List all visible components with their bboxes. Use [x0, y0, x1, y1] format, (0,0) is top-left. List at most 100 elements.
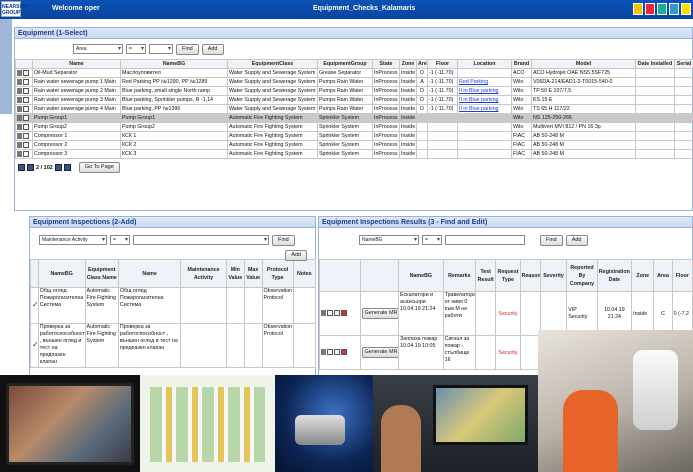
- select-icon[interactable]: [23, 132, 29, 139]
- location-link[interactable]: Red Parking: [459, 79, 488, 85]
- table-row[interactable]: Pump Group2 Pump Group2 Automatic Fire Fig…: [15, 122, 693, 132]
- res-field-select[interactable]: NameBG: [359, 235, 419, 245]
- col-serial[interactable]: Serial: [674, 59, 693, 69]
- edit-icon[interactable]: [17, 105, 22, 112]
- res-operator-select[interactable]: =: [422, 235, 442, 245]
- row-actions[interactable]: [15, 68, 33, 78]
- table-row[interactable]: Generate MR Ескалатори и асансьори 10.04.…: [319, 291, 693, 336]
- help-icon[interactable]: [681, 3, 691, 15]
- col-res-floor[interactable]: Floor: [671, 259, 693, 292]
- row-check[interactable]: ✓: [30, 287, 39, 324]
- col-insp-min[interactable]: Min Value: [225, 259, 245, 288]
- row-actions[interactable]: [15, 149, 33, 159]
- row-actions[interactable]: [15, 104, 33, 114]
- select-icon[interactable]: [23, 87, 29, 94]
- edit-icon[interactable]: [17, 96, 22, 103]
- row-actions[interactable]: [15, 113, 33, 123]
- calendar-icon[interactable]: [645, 3, 655, 15]
- generate-mr-button[interactable]: Generate MR: [361, 308, 398, 319]
- table-row[interactable]: Pump Group1 Pump Group1 Automatic Fire Fig…: [15, 113, 693, 123]
- add-button[interactable]: Add: [201, 43, 224, 55]
- go-to-page-button[interactable]: Go To Page: [78, 162, 120, 173]
- select-icon[interactable]: [23, 114, 29, 121]
- select-icon[interactable]: [23, 69, 29, 76]
- res-value-input[interactable]: [445, 235, 525, 245]
- select-icon[interactable]: [23, 96, 29, 103]
- insp-add-button[interactable]: Add: [285, 250, 307, 261]
- col-insp-max[interactable]: Max Value: [243, 259, 263, 288]
- select-icon[interactable]: [23, 141, 29, 148]
- location-link[interactable]: II in Blue parking: [459, 106, 498, 112]
- edit-icon[interactable]: [17, 87, 22, 94]
- location-link[interactable]: II in Blue parking: [459, 97, 498, 103]
- edit-icon[interactable]: [17, 150, 22, 157]
- col-area[interactable]: Area: [416, 59, 428, 69]
- edit-icon[interactable]: [17, 123, 22, 130]
- col-brand[interactable]: Brand: [511, 59, 532, 69]
- attach-icon[interactable]: [334, 310, 340, 317]
- cell-location[interactable]: II in Blue parking: [457, 104, 512, 114]
- filter-value-select[interactable]: [149, 44, 173, 54]
- row-actions[interactable]: [319, 335, 361, 370]
- col-insp-name[interactable]: Name: [117, 259, 182, 288]
- col-res-namebg[interactable]: NameBG: [398, 259, 444, 292]
- row-actions[interactable]: [15, 122, 33, 132]
- cell-location[interactable]: II in Blue parking: [457, 95, 512, 105]
- generate-mr-button[interactable]: Generate MR: [361, 347, 398, 358]
- col-date-installed[interactable]: Date Installed: [635, 59, 675, 69]
- last-page-icon[interactable]: [63, 164, 71, 171]
- col-res-severity[interactable]: Severity: [539, 259, 568, 292]
- cell-location[interactable]: II in Blue parking: [457, 86, 512, 96]
- home-icon[interactable]: [633, 3, 643, 15]
- res-add-button[interactable]: Add: [565, 234, 588, 246]
- col-insp-namebg[interactable]: NameBG: [37, 259, 86, 288]
- table-row[interactable]: Compressor 1 КСК 1 Automatic Fire Fighting…: [15, 131, 693, 141]
- table-row[interactable]: Oil-Mud Separator Маслоуловител Water Supp…: [15, 68, 693, 78]
- insp-find-button[interactable]: Find: [272, 234, 295, 246]
- find-button[interactable]: Find: [176, 43, 199, 55]
- location-link[interactable]: II in Blue parking: [459, 88, 498, 94]
- edit-icon[interactable]: [321, 310, 326, 317]
- table-row[interactable]: Rain water sewerage pump 1 Main Red Parki…: [15, 77, 693, 87]
- edit-icon[interactable]: [17, 141, 22, 148]
- cell-location[interactable]: Red Parking: [457, 77, 512, 87]
- grid-icon[interactable]: [669, 3, 679, 15]
- delete-icon[interactable]: [341, 310, 347, 317]
- checkmark-icon[interactable]: ✓: [32, 300, 37, 309]
- col-insp-notes[interactable]: Notes: [292, 259, 317, 288]
- edit-icon[interactable]: [17, 78, 22, 85]
- col-insp-protocol[interactable]: Protocol Type: [261, 259, 294, 288]
- col-insp-activity[interactable]: Maintenance Activity: [180, 259, 227, 288]
- insp-value-select[interactable]: [133, 235, 269, 245]
- res-find-button[interactable]: Find: [540, 234, 563, 246]
- row-actions[interactable]: [15, 131, 33, 141]
- col-name[interactable]: Name: [32, 59, 121, 69]
- filter-operator-select[interactable]: =: [126, 44, 146, 54]
- col-res-reason[interactable]: Reason: [519, 259, 541, 292]
- edit-icon[interactable]: [17, 132, 22, 139]
- select-icon[interactable]: [23, 150, 29, 157]
- row-actions[interactable]: [15, 86, 33, 96]
- row-generate[interactable]: Generate MR: [359, 335, 400, 370]
- col-res-test[interactable]: Test Result: [475, 259, 497, 292]
- row-actions[interactable]: [319, 291, 361, 336]
- col-floor[interactable]: Floor: [427, 59, 458, 69]
- next-page-icon[interactable]: [54, 164, 62, 171]
- col-res-company[interactable]: Reported By Company: [566, 259, 598, 292]
- col-res-remarks[interactable]: Remarks: [442, 259, 477, 292]
- delete-icon[interactable]: [341, 349, 347, 356]
- edit-icon[interactable]: [17, 69, 22, 76]
- col-res-zone[interactable]: Zone: [631, 259, 655, 292]
- col-class[interactable]: EquipmentClass: [227, 59, 318, 69]
- col-res-area[interactable]: Area: [653, 259, 673, 292]
- col-res-date[interactable]: Registration Date: [596, 259, 633, 292]
- table-row[interactable]: Rain water sewerage pump 2 Main Blue park…: [15, 86, 693, 96]
- col-model[interactable]: Model: [531, 59, 636, 69]
- row-generate[interactable]: Generate MR: [359, 291, 400, 336]
- row-check[interactable]: ✓: [30, 323, 39, 368]
- col-group[interactable]: EquipmentGroup: [317, 59, 373, 69]
- insp-operator-select[interactable]: =: [110, 235, 130, 245]
- copy-icon[interactable]: [327, 310, 333, 317]
- insp-field-select[interactable]: Maintenance Activity: [39, 235, 107, 245]
- edit-icon[interactable]: [17, 114, 22, 121]
